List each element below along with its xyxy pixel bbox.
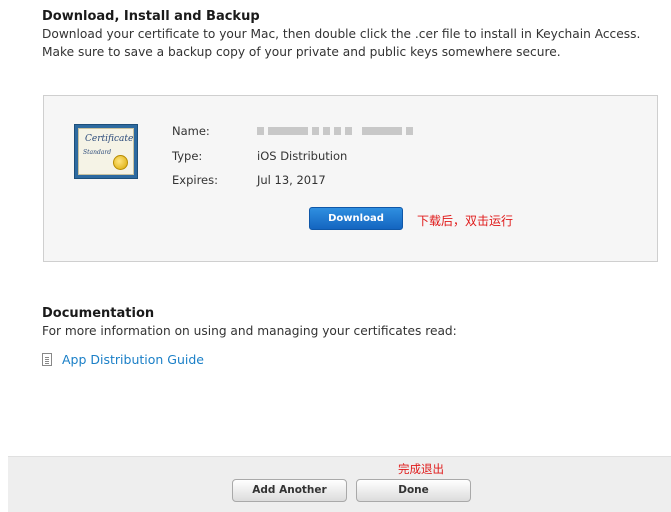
done-button[interactable]: Done [356, 479, 471, 502]
certificate-panel: Certificate Standard Name: Type: iOS Dis… [43, 95, 658, 262]
certificate-icon-subtext: Standard [83, 149, 112, 156]
type-value: iOS Distribution [257, 149, 348, 163]
download-button[interactable]: Download [309, 207, 403, 230]
footer-bar: 完成退出 Add Another Done [8, 456, 671, 512]
app-distribution-guide-label[interactable]: App Distribution Guide [62, 352, 204, 367]
seal-icon [113, 155, 128, 170]
documentation-description: For more information on using and managi… [42, 324, 457, 338]
download-section-description: Download your certificate to your Mac, t… [42, 27, 641, 59]
certificate-icon-text: Certificate [85, 134, 134, 144]
type-label: Type: [172, 149, 203, 163]
expires-label: Expires: [172, 173, 218, 187]
name-label: Name: [172, 124, 210, 138]
certificate-icon: Certificate Standard [74, 124, 138, 179]
download-annotation: 下载后，双击运行 [417, 214, 514, 228]
documentation-section: Documentation For more information on us… [42, 305, 642, 340]
documentation-title: Documentation [42, 306, 155, 321]
download-install-section: Download, Install and Backup Download yo… [42, 8, 642, 61]
done-annotation: 完成退出 [398, 462, 444, 476]
name-value-redacted [257, 127, 417, 135]
download-section-title: Download, Install and Backup [42, 9, 260, 24]
document-icon [42, 353, 52, 366]
expires-value: Jul 13, 2017 [257, 173, 326, 187]
app-distribution-guide-link[interactable]: App Distribution Guide [42, 352, 204, 367]
add-another-button[interactable]: Add Another [232, 479, 347, 502]
